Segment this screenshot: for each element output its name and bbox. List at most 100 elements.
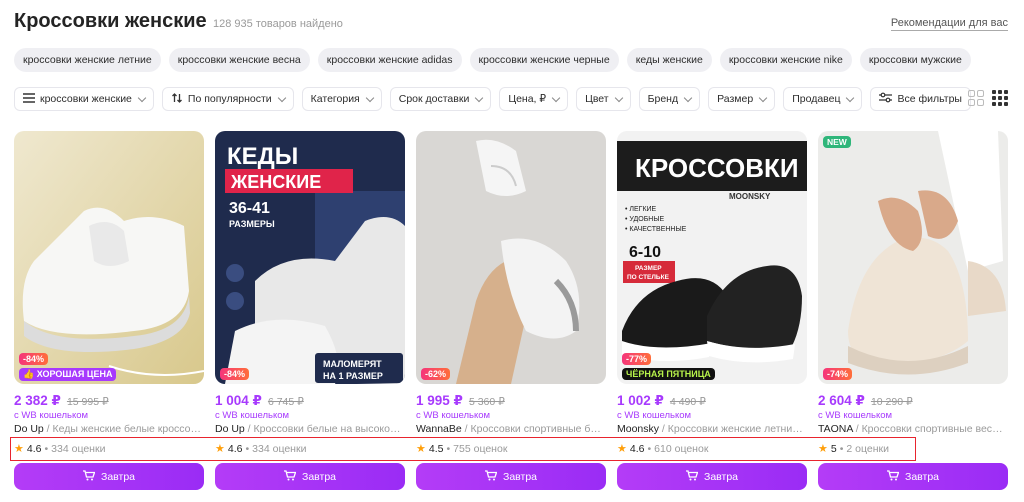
product-image[interactable]: КРОССОВКИ MOONSKY • ЛЕГКИЕ • УДОБНЫЕ • К… xyxy=(617,131,807,384)
sort-icon xyxy=(171,92,183,107)
product-image[interactable]: -62% xyxy=(416,131,606,384)
wallet-price-note: с WB кошельком xyxy=(416,410,491,421)
filter-label: Бренд xyxy=(647,93,679,105)
product-image[interactable]: NEW -74% xyxy=(818,131,1008,384)
cart-icon xyxy=(886,469,900,484)
image-caption-line1: МАЛОМЕРЯТ xyxy=(323,359,382,369)
filter-label: Срок доставки xyxy=(398,93,470,105)
large-grid-view-icon[interactable] xyxy=(968,90,984,106)
filter-label: кроссовки женские xyxy=(40,93,132,105)
product-title[interactable]: TAONA / Кроссовки спортивные весенние xyxy=(818,423,1008,435)
cart-icon xyxy=(283,469,297,484)
product-price: 1 002 ₽ xyxy=(617,393,664,408)
chevron-down-icon xyxy=(614,93,623,102)
chevron-down-icon xyxy=(365,93,374,102)
search-tag[interactable]: кроссовки женские черные xyxy=(469,48,619,72)
product-title[interactable]: Do Up / Кроссовки белые на высокой подош… xyxy=(215,423,405,435)
old-price: 4 490 ₽ xyxy=(669,396,706,408)
chevron-down-icon xyxy=(137,93,147,102)
filter-label: Все фильтры xyxy=(897,93,962,105)
search-tag[interactable]: кеды женские xyxy=(626,48,712,72)
page-title: Кроссовки женские xyxy=(14,10,207,32)
filter-label: Цвет xyxy=(585,93,609,105)
menu-icon xyxy=(23,92,35,106)
new-badge: NEW xyxy=(823,136,851,148)
image-size-range: 6-10 xyxy=(629,244,661,261)
good-price-badge: 👍 ХОРОШАЯ ЦЕНА xyxy=(19,368,117,381)
product-name: / Кеды женские белые кроссовки на платфо… xyxy=(46,423,204,435)
filter-label: Размер xyxy=(717,93,754,105)
sort-filter[interactable]: По популярности xyxy=(161,87,294,111)
discount-badge: -84% xyxy=(19,353,49,365)
price-filter[interactable]: Цена, ₽ xyxy=(499,87,569,111)
search-tag[interactable]: кроссовки мужские xyxy=(859,48,971,72)
product-price: 1 995 ₽ xyxy=(416,393,463,408)
wallet-price-note: с WB кошельком xyxy=(215,410,290,421)
image-caption-line2: НА 1 РАЗМЕР xyxy=(323,371,383,381)
product-price: 1 004 ₽ xyxy=(215,393,262,408)
product-name: / Кроссовки спортивные белые летние xyxy=(464,423,606,435)
image-feature: • УДОБНЫЕ xyxy=(625,216,665,223)
chevron-down-icon xyxy=(551,93,561,102)
category-filter[interactable]: Категория xyxy=(301,87,382,111)
cart-icon xyxy=(484,469,498,484)
wallet-price-note: с WB кошельком xyxy=(14,410,89,421)
add-to-cart-button[interactable]: Завтра xyxy=(818,463,1008,490)
chevron-down-icon xyxy=(758,93,768,102)
delivery-label: Завтра xyxy=(100,470,136,483)
sliders-icon xyxy=(879,92,893,106)
old-price: 6 745 ₽ xyxy=(267,396,304,408)
image-size-range: 36-41 xyxy=(229,200,270,217)
product-price: 2 382 ₽ xyxy=(14,393,61,408)
seller-filter[interactable]: Продавец xyxy=(783,87,863,111)
cart-icon xyxy=(685,469,699,484)
image-size-note: РАЗМЕР xyxy=(635,265,662,272)
search-tag[interactable]: кроссовки женские летние xyxy=(14,48,161,72)
add-to-cart-button[interactable]: Завтра xyxy=(416,463,606,490)
delivery-label: Завтра xyxy=(301,470,337,483)
search-tag[interactable]: кроссовки женские nike xyxy=(719,48,852,72)
image-feature: • КАЧЕСТВЕННЫЕ xyxy=(625,226,687,233)
discount-badge: -74% xyxy=(823,368,853,380)
image-title-line1: КЕДЫ xyxy=(227,143,298,170)
search-scope-filter[interactable]: кроссовки женские xyxy=(14,87,154,111)
search-tag[interactable]: кроссовки женские весна xyxy=(168,48,310,72)
product-brand: TAONA xyxy=(818,423,853,435)
small-grid-view-icon[interactable] xyxy=(992,90,1008,106)
discount-badge: -77% xyxy=(622,353,652,365)
size-filter[interactable]: Размер xyxy=(708,87,776,111)
product-image[interactable]: КЕДЫ ЖЕНСКИЕ 36-41 РАЗМЕРЫ МАЛОМЕРЯТ НА … xyxy=(215,131,405,384)
product-title[interactable]: Do Up / Кеды женские белые кроссовки на … xyxy=(14,423,204,435)
discount-badge: -84% xyxy=(220,368,250,380)
old-price: 10 290 ₽ xyxy=(870,396,913,408)
brand-filter[interactable]: Бренд xyxy=(638,87,701,111)
add-to-cart-button[interactable]: Завтра xyxy=(617,463,807,490)
discount-badge: -62% xyxy=(421,368,451,380)
image-title-line2: ЖЕНСКИЕ xyxy=(230,172,321,192)
product-title[interactable]: Moonsky / Кроссовки женские летние дышащ… xyxy=(617,423,807,435)
cart-icon xyxy=(82,469,96,484)
product-title[interactable]: WannaBe / Кроссовки спортивные белые лет… xyxy=(416,423,606,435)
product-image[interactable]: -84% 👍 ХОРОШАЯ ЦЕНА xyxy=(14,131,204,384)
results-count: 128 935 товаров найдено xyxy=(213,18,343,30)
chevron-down-icon xyxy=(277,93,286,102)
color-filter[interactable]: Цвет xyxy=(576,87,631,111)
add-to-cart-button[interactable]: Завтра xyxy=(14,463,204,490)
search-tag[interactable]: кроссовки женские adidas xyxy=(317,48,462,72)
chevron-down-icon xyxy=(683,93,693,102)
image-feature: • ЛЕГКИЕ xyxy=(625,206,657,213)
old-price: 5 360 ₽ xyxy=(468,396,505,408)
delivery-filter[interactable]: Срок доставки xyxy=(389,87,492,111)
all-filters-button[interactable]: Все фильтры xyxy=(870,87,971,111)
product-name: / Кроссовки спортивные весенние xyxy=(852,423,1008,435)
header: Кроссовки женские 128 935 товаров найден… xyxy=(14,10,1010,40)
wallet-price-note: с WB кошельком xyxy=(617,410,692,421)
product-brand: Do Up xyxy=(14,423,44,435)
black-friday-badge: ЧЁРНАЯ ПЯТНИЦА xyxy=(622,368,715,380)
chevron-down-icon xyxy=(475,93,484,102)
product-brand: Do Up xyxy=(215,423,245,435)
delivery-label: Завтра xyxy=(703,470,739,483)
add-to-cart-button[interactable]: Завтра xyxy=(215,463,405,490)
recommendations-link[interactable]: Рекомендации для вас xyxy=(890,17,1008,31)
chevron-down-icon xyxy=(846,93,855,102)
